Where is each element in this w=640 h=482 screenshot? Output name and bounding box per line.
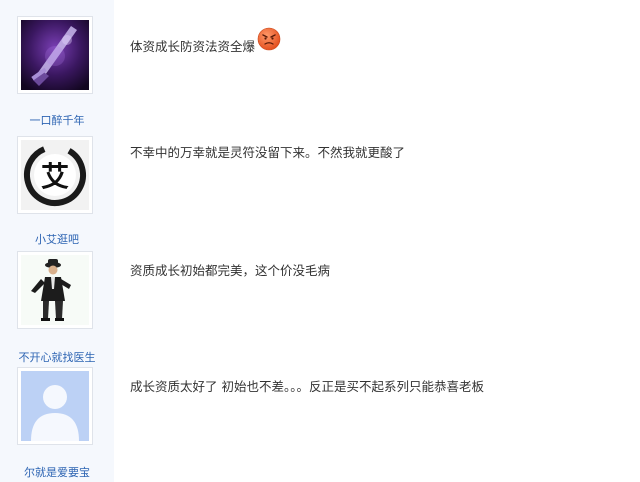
user-avatar[interactable] (17, 251, 93, 329)
reply-content: 成长资质太好了 初始也不差。。。反正是买不起系列只能恭喜老板 (130, 376, 484, 395)
reply-text: 不幸中的万幸就是灵符没留下来。不然我就更酸了 (130, 145, 406, 160)
reply-content: 资质成长初始都完美，这个价没毛病 (130, 260, 330, 279)
reply-post: 尔就是爱要宝 成长资质太好了 初始也不差。。。反正是买不起系列只能恭喜老板 (0, 354, 640, 479)
reply-content: 体资成长防资法资全爆 (130, 27, 281, 55)
reply-content: 不幸中的万幸就是灵符没留下来。不然我就更酸了 (130, 142, 405, 161)
reply-post: 不开心就找医生 资质成长初始都完美，这个价没毛病 (0, 236, 640, 364)
user-avatar[interactable]: 艾 (17, 136, 93, 214)
reply-post: 艾 小艾逛吧 不幸中的万幸就是灵符没留下来。不然我就更酸了 (0, 118, 640, 246)
avatar-glyph: 艾 (41, 160, 69, 193)
reply-post: 一口醉千年 体资成长防资法资全爆 (0, 0, 640, 127)
ink-calligraphy-ai-avatar-icon: 艾 (21, 140, 89, 210)
username-link[interactable]: 尔就是爱要宝 (0, 464, 114, 480)
user-avatar[interactable] (17, 367, 93, 445)
reply-text: 成长资质太好了 初始也不差。。。反正是买不起系列只能恭喜老板 (130, 379, 484, 394)
purple-sword-avatar-icon (21, 20, 89, 90)
angry-face-emoji-icon (257, 27, 281, 51)
reply-text: 资质成长初始都完美，这个价没毛病 (130, 263, 331, 278)
hat-man-avatar-icon (21, 255, 89, 325)
reply-text: 体资成长防资法资全爆 (130, 39, 256, 54)
reply-list: 一口醉千年 体资成长防资法资全爆 艾 小艾逛吧 不幸中的万幸就是灵符没留下来。不… (0, 0, 640, 482)
default-user-avatar-icon (21, 371, 89, 441)
user-avatar[interactable] (17, 16, 93, 94)
